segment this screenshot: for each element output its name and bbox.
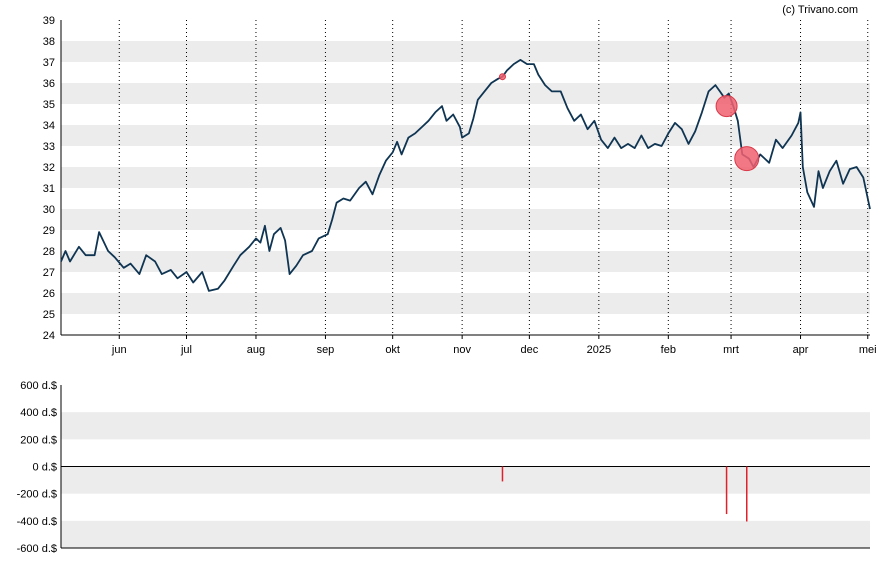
- trade-y-tick-label: 600 d.$: [20, 380, 57, 392]
- price-x-tick-label: aug: [247, 344, 265, 356]
- price-y-tick-label: 26: [43, 288, 55, 300]
- price-grid-band: [61, 293, 870, 314]
- price-grid-band: [61, 251, 870, 272]
- trade-y-tick-label: 200 d.$: [20, 434, 57, 446]
- insider-trade-marker: [734, 146, 760, 172]
- price-y-tick-label: 38: [43, 36, 55, 48]
- price-x-tick-label: sep: [317, 344, 335, 356]
- price-x-tick-label: 2025: [587, 344, 611, 356]
- price-y-tick-label: 35: [43, 99, 55, 111]
- price-y-tick-label: 32: [43, 162, 55, 174]
- price-x-tick-label: apr: [793, 344, 809, 356]
- price-y-tick-label: 28: [43, 246, 55, 258]
- price-y-tick-label: 36: [43, 78, 55, 90]
- trade-y-tick-label: -400 d.$: [17, 516, 57, 528]
- price-y-tick-label: 25: [43, 309, 55, 321]
- trade-grid-band: [61, 466, 870, 494]
- price-grid-band: [61, 41, 870, 62]
- price-y-tick-label: 37: [43, 57, 55, 69]
- insider-trade-marker: [498, 73, 506, 81]
- trade-y-tick-label: 0 d.$: [33, 462, 57, 474]
- trade-y-tick-label: -200 d.$: [17, 489, 57, 501]
- insider-trade-chart: 600 d.$ 400 d.$ 200 d.$ 0 d.$ -200 d.$ -400 d…: [17, 380, 870, 555]
- trade-y-tick-label: 400 d.$: [20, 407, 57, 419]
- price-x-tick-label: dec: [520, 344, 538, 356]
- price-y-tick-label: 31: [43, 183, 55, 195]
- price-y-tick-label: 24: [43, 330, 55, 342]
- price-y-tick-label: 34: [43, 120, 55, 132]
- price-x-tick-label: jun: [111, 344, 127, 356]
- credit-text: (c) Trivano.com: [782, 4, 858, 16]
- price-grid-band: [61, 209, 870, 230]
- insider-trade-marker: [715, 95, 738, 118]
- price-y-tick-label: 27: [43, 267, 55, 279]
- price-y-tick-label: 33: [43, 141, 55, 153]
- price-x-tick-label: feb: [661, 344, 676, 356]
- price-x-tick-label: nov: [453, 344, 471, 356]
- trade-y-tick-label: -600 d.$: [17, 543, 57, 555]
- price-x-tick-label: okt: [385, 344, 400, 356]
- price-chart: 24 25 26 27 28 29 30 31 32 33 34 35 36 37 38 39 jun jul au…: [43, 15, 877, 356]
- price-x-tick-label: mei: [859, 344, 877, 356]
- price-grid-band: [61, 83, 870, 104]
- price-y-tick-label: 29: [43, 225, 55, 237]
- trade-grid-band: [61, 412, 870, 440]
- price-y-tick-label: 39: [43, 15, 55, 27]
- price-y-tick-label: 30: [43, 204, 55, 216]
- price-x-tick-label: mrt: [723, 344, 739, 356]
- chart-root: (c) Trivano.com 24 25 26 27 28 29 30 31 32 33 34 35…: [17, 4, 877, 555]
- price-x-tick-label: jul: [180, 344, 192, 356]
- trade-grid-band: [61, 520, 870, 548]
